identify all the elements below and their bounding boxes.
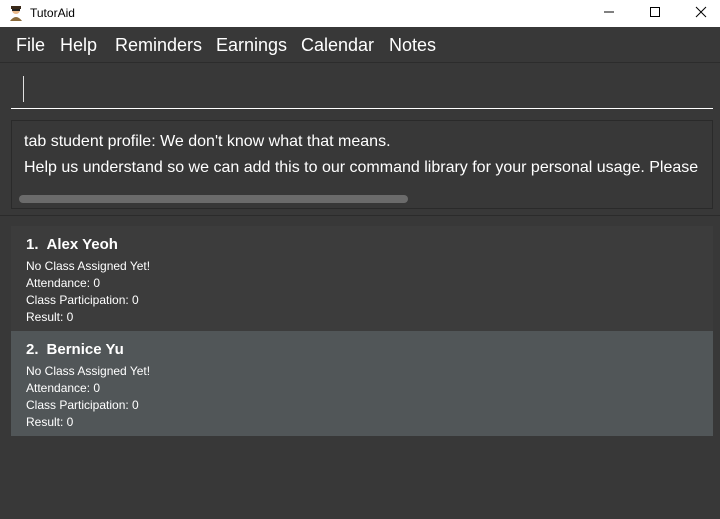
menu-reminders[interactable]: Reminders bbox=[115, 35, 202, 56]
text-caret bbox=[23, 76, 24, 102]
close-icon bbox=[695, 5, 707, 23]
close-button[interactable] bbox=[678, 0, 720, 27]
student-card-selected[interactable]: 2. Bernice Yu No Class Assigned Yet! Atte… bbox=[11, 331, 713, 436]
maximize-icon bbox=[649, 5, 661, 23]
student-result: Result: 0 bbox=[26, 415, 74, 429]
student-result: Result: 0 bbox=[26, 310, 74, 324]
result-display: tab student profile: We don't know what … bbox=[11, 120, 713, 209]
app-window: TutorAid File Help Reminders Earnings Ca… bbox=[0, 0, 720, 519]
menu-calendar[interactable]: Calendar bbox=[301, 35, 374, 56]
student-index: 2. bbox=[26, 341, 39, 358]
menu-bar: File Help Reminders Earnings Calendar No… bbox=[0, 27, 720, 63]
command-input[interactable] bbox=[11, 70, 713, 109]
menu-file[interactable]: File bbox=[16, 35, 45, 56]
student-attendance: Attendance: 0 bbox=[26, 276, 101, 290]
menu-notes[interactable]: Notes bbox=[389, 35, 436, 56]
student-class-status: No Class Assigned Yet! bbox=[26, 364, 151, 378]
student-participation: Class Participation: 0 bbox=[26, 293, 139, 307]
student-name: 2. Bernice Yu bbox=[26, 341, 124, 358]
maximize-button[interactable] bbox=[632, 0, 678, 27]
app-logo-icon bbox=[7, 4, 25, 22]
menu-earnings[interactable]: Earnings bbox=[216, 35, 287, 56]
student-list: 1. Alex Yeoh No Class Assigned Yet! Atten… bbox=[11, 226, 713, 436]
minimize-icon bbox=[603, 5, 615, 23]
result-horizontal-scrollbar[interactable] bbox=[14, 193, 710, 203]
student-name: 1. Alex Yeoh bbox=[26, 236, 118, 253]
panel-divider bbox=[0, 215, 720, 216]
minimize-button[interactable] bbox=[586, 0, 632, 27]
window-title: TutorAid bbox=[30, 6, 75, 20]
scrollbar-thumb[interactable] bbox=[19, 195, 408, 203]
student-card[interactable]: 1. Alex Yeoh No Class Assigned Yet! Atten… bbox=[11, 226, 713, 331]
student-name-text: Alex Yeoh bbox=[46, 236, 118, 253]
result-message-line-1: tab student profile: We don't know what … bbox=[24, 133, 391, 150]
student-class-status: No Class Assigned Yet! bbox=[26, 259, 151, 273]
menu-help[interactable]: Help bbox=[60, 35, 97, 56]
title-bar[interactable]: TutorAid bbox=[0, 0, 720, 27]
result-message-line-2: Help us understand so we can add this to… bbox=[24, 159, 699, 176]
student-participation: Class Participation: 0 bbox=[26, 398, 139, 412]
student-index: 1. bbox=[26, 236, 39, 253]
student-attendance: Attendance: 0 bbox=[26, 381, 101, 395]
student-name-text: Bernice Yu bbox=[46, 341, 124, 358]
